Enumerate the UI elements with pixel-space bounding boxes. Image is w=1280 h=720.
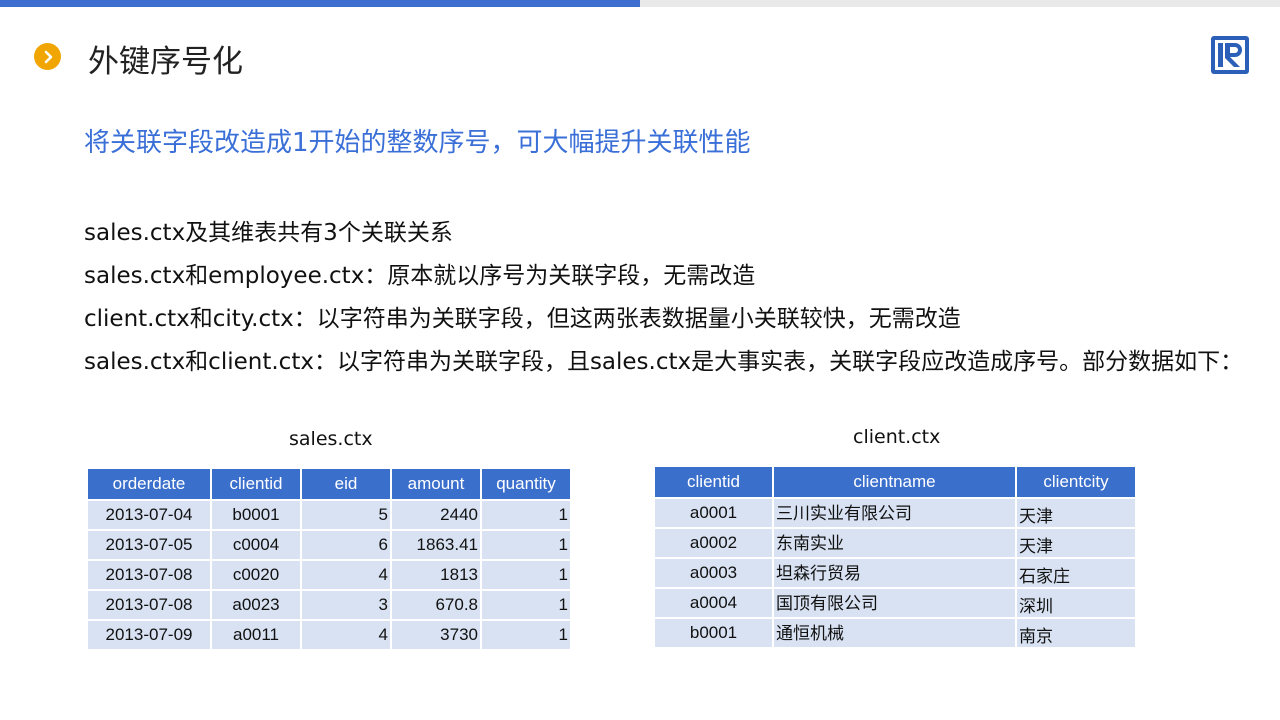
- table-cell: a0003: [655, 557, 772, 587]
- table-cell: a0002: [655, 527, 772, 557]
- table-cell: 石家庄: [1017, 557, 1135, 587]
- table-cell: a0001: [655, 497, 772, 527]
- progress-bar-track: [640, 0, 1280, 7]
- table-cell: b0001: [655, 617, 772, 647]
- table-cell: 天津: [1017, 527, 1135, 557]
- column-header: amount: [392, 469, 480, 499]
- table-cell: 1863.41: [392, 529, 480, 559]
- table-cell: 4: [302, 559, 390, 589]
- table-cell: 6: [302, 529, 390, 559]
- paragraph-client: sales.ctx和client.ctx：以字符串为关联字段，且sales.ct…: [84, 349, 1244, 375]
- paragraph-employee: sales.ctx和employee.ctx：原本就以序号为关联字段，无需改造: [84, 263, 756, 289]
- column-header: quantity: [482, 469, 570, 499]
- table-row: a0001 三川实业有限公司 天津: [655, 497, 1135, 527]
- table-cell: 东南实业: [774, 527, 1015, 557]
- table-cell: 1813: [392, 559, 480, 589]
- chevron-right-icon: [34, 43, 61, 70]
- column-header: eid: [302, 469, 390, 499]
- table-row: a0002 东南实业 天津: [655, 527, 1135, 557]
- table-cell: 国顶有限公司: [774, 587, 1015, 617]
- table-cell: 2013-07-04: [88, 499, 210, 529]
- table-cell: 坦森行贸易: [774, 557, 1015, 587]
- table-row: 2013-07-05 c0004 6 1863.41 1: [88, 529, 570, 559]
- table-cell: 3730: [392, 619, 480, 649]
- table-cell: 3: [302, 589, 390, 619]
- table-row: 2013-07-04 b0001 5 2440 1: [88, 499, 570, 529]
- sales-table-caption: sales.ctx: [289, 428, 373, 450]
- sales-table: orderdate clientid eid amount quantity 2…: [86, 469, 572, 649]
- table-cell: a0011: [212, 619, 300, 649]
- column-header: clientid: [655, 467, 772, 497]
- table-cell: 通恒机械: [774, 617, 1015, 647]
- table-row: 2013-07-08 c0020 4 1813 1: [88, 559, 570, 589]
- table-row: 2013-07-09 a0011 4 3730 1: [88, 619, 570, 649]
- table-cell: 670.8: [392, 589, 480, 619]
- table-cell: 2013-07-05: [88, 529, 210, 559]
- table-cell: 5: [302, 499, 390, 529]
- table-cell: 2013-07-08: [88, 559, 210, 589]
- column-header: clientname: [774, 467, 1015, 497]
- logo-r-icon: [1211, 36, 1249, 74]
- table-cell: 南京: [1017, 617, 1135, 647]
- client-table: clientid clientname clientcity a0001 三川实…: [653, 467, 1137, 647]
- subtitle: 将关联字段改造成1开始的整数序号，可大幅提升关联性能: [84, 128, 751, 158]
- column-header: orderdate: [88, 469, 210, 499]
- table-header-row: clientid clientname clientcity: [655, 467, 1135, 497]
- table-row: 2013-07-08 a0023 3 670.8 1: [88, 589, 570, 619]
- table-cell: 1: [482, 619, 570, 649]
- table-cell: 1: [482, 499, 570, 529]
- table-cell: 2013-07-08: [88, 589, 210, 619]
- table-cell: 2013-07-09: [88, 619, 210, 649]
- table-header-row: orderdate clientid eid amount quantity: [88, 469, 570, 499]
- table-cell: b0001: [212, 499, 300, 529]
- paragraph-city: client.ctx和city.ctx：以字符串为关联字段，但这两张表数据量小关…: [84, 306, 961, 332]
- table-cell: 4: [302, 619, 390, 649]
- page-title: 外键序号化: [88, 44, 243, 80]
- table-row: a0004 国顶有限公司 深圳: [655, 587, 1135, 617]
- paragraph-relations: sales.ctx及其维表共有3个关联关系: [84, 220, 453, 246]
- column-header: clientid: [212, 469, 300, 499]
- table-cell: 天津: [1017, 497, 1135, 527]
- table-cell: 2440: [392, 499, 480, 529]
- table-cell: 1: [482, 559, 570, 589]
- column-header: clientcity: [1017, 467, 1135, 497]
- table-cell: 三川实业有限公司: [774, 497, 1015, 527]
- table-cell: 深圳: [1017, 587, 1135, 617]
- table-cell: a0023: [212, 589, 300, 619]
- table-cell: c0020: [212, 559, 300, 589]
- table-row: a0003 坦森行贸易 石家庄: [655, 557, 1135, 587]
- table-cell: a0004: [655, 587, 772, 617]
- table-cell: 1: [482, 529, 570, 559]
- table-cell: c0004: [212, 529, 300, 559]
- table-cell: 1: [482, 589, 570, 619]
- client-table-caption: client.ctx: [853, 426, 941, 448]
- table-row: b0001 通恒机械 南京: [655, 617, 1135, 647]
- progress-bar-filled: [0, 0, 640, 7]
